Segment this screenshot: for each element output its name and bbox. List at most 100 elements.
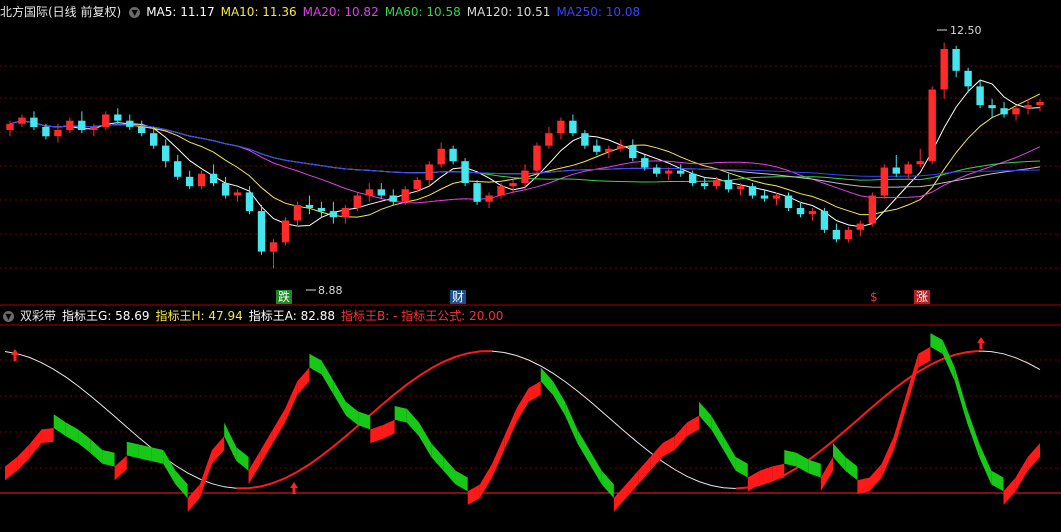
candle-body	[461, 161, 469, 183]
candle-body	[1012, 108, 1020, 115]
ribbon-segment-up	[199, 450, 212, 499]
ribbon-segment-down	[163, 450, 176, 485]
candle-body	[569, 120, 577, 134]
candle-body	[353, 195, 361, 208]
candle-body	[401, 189, 409, 202]
ribbon-segment-down	[175, 470, 188, 499]
candlestick-chart[interactable]: 12.50 8.88	[0, 0, 1061, 306]
ribbon-segment-down	[394, 406, 407, 423]
indicator-name[interactable]: 双彩带	[20, 309, 56, 323]
ribbon-segment-down	[126, 441, 139, 459]
ribbon-segment-up	[41, 428, 54, 444]
ribbon-segment-down	[431, 443, 444, 471]
candle-body	[521, 170, 529, 184]
slow-signal-line	[4, 350, 1041, 490]
candle-body	[808, 211, 817, 215]
ribbon-segment-down	[345, 401, 359, 426]
candle-body	[150, 133, 158, 146]
ribbon-segment-up	[869, 463, 882, 492]
candle-body	[1000, 108, 1008, 115]
candle-body	[485, 195, 493, 202]
ribbon-segment-down	[358, 411, 371, 430]
candle-body	[185, 176, 194, 187]
ribbon-segment-up	[516, 388, 529, 423]
event-marker-finance[interactable]: 财	[450, 290, 467, 304]
candle-body	[114, 114, 122, 121]
candle-body	[784, 195, 793, 208]
candle-body	[473, 183, 481, 202]
ribbon-segment-up	[613, 484, 626, 512]
ribbon-segment-down	[723, 436, 736, 471]
candle-body	[138, 126, 146, 134]
ribbon-segment-up	[212, 436, 225, 464]
low-price-label: 8.88	[318, 284, 343, 297]
candle-body	[653, 167, 661, 174]
candle-body	[6, 123, 14, 130]
ribbon-segment-up	[17, 444, 30, 471]
ribbon-segment-up	[638, 456, 651, 485]
candle-body	[317, 208, 326, 212]
event-marker-dollar[interactable]: $	[868, 290, 880, 304]
candle-body	[497, 186, 505, 196]
ribbon-segment-down	[711, 415, 724, 450]
ribbon-segment-up	[1027, 443, 1040, 471]
event-marker-rise[interactable]: 涨	[914, 290, 931, 304]
candle-body	[437, 148, 445, 165]
candle-body	[42, 126, 50, 137]
candle-body	[162, 145, 170, 162]
ribbon-segment-up	[759, 466, 773, 485]
indicator-g-value: 指标王G: 58.69	[62, 309, 150, 323]
slow-signal-rising	[236, 350, 493, 490]
ribbon-segment-up	[29, 429, 42, 459]
buy-arrow-icon	[977, 337, 985, 349]
ribbon-segment-down	[419, 422, 432, 457]
ribbon-segment-down	[333, 381, 346, 416]
ribbon-segment-down	[942, 340, 955, 382]
ribbon-segment-up	[650, 443, 663, 471]
event-marker-fall[interactable]: 跌	[276, 290, 293, 304]
candle-body	[760, 195, 769, 199]
indicator-grid	[0, 324, 1061, 494]
chevron-down-icon[interactable]: ▼	[3, 311, 14, 322]
indicator-a-value: 指标王A: 82.88	[248, 309, 335, 323]
ribbon-segment-down	[138, 444, 152, 461]
ribbon-segment-down	[53, 414, 66, 437]
candle-body	[665, 170, 673, 174]
ribbon-segment-down	[577, 429, 590, 464]
ribbon-segment-up	[114, 455, 127, 481]
candle-body	[952, 49, 960, 71]
candle-body	[712, 180, 721, 187]
candle-body	[928, 89, 936, 162]
candle-body	[629, 145, 637, 159]
ribbon-segment-up	[285, 381, 298, 423]
candle-body	[916, 161, 924, 165]
ribbon-segment-down	[102, 450, 115, 467]
ribbon-segment-down	[845, 456, 858, 481]
candle-body	[641, 158, 649, 168]
ribbon-segment-down	[808, 459, 821, 478]
candle-body	[174, 161, 182, 177]
ribbon-segment-up	[662, 436, 675, 457]
ribbon-segment-down	[236, 447, 249, 471]
ribbon-segment-down	[565, 401, 578, 444]
ribbon-segment-down	[552, 381, 566, 416]
ribbon-segment-up	[187, 484, 200, 512]
ribbon-segment-down	[151, 447, 164, 464]
candle-body	[844, 229, 853, 240]
ribbon-segment-up	[260, 429, 273, 464]
ribbon-segment-down	[443, 456, 456, 485]
slow-signal-rising	[735, 350, 980, 490]
ribbon-segment-up	[467, 484, 480, 505]
candle-body	[689, 173, 697, 184]
ribbon-segment-down	[90, 439, 103, 464]
candle-body	[748, 186, 757, 196]
candle-body	[54, 130, 62, 137]
ribbon-segment-up	[674, 422, 687, 450]
ribbon-segment-down	[321, 360, 334, 395]
ribbon-segment-down	[796, 452, 809, 474]
candle-body	[389, 195, 397, 202]
candle-body	[593, 145, 601, 152]
indicator-b-value: 指标王B: - 指标王公式: 20.00	[341, 309, 504, 323]
candle-body	[329, 211, 338, 218]
ribbon-segment-down	[589, 450, 602, 485]
